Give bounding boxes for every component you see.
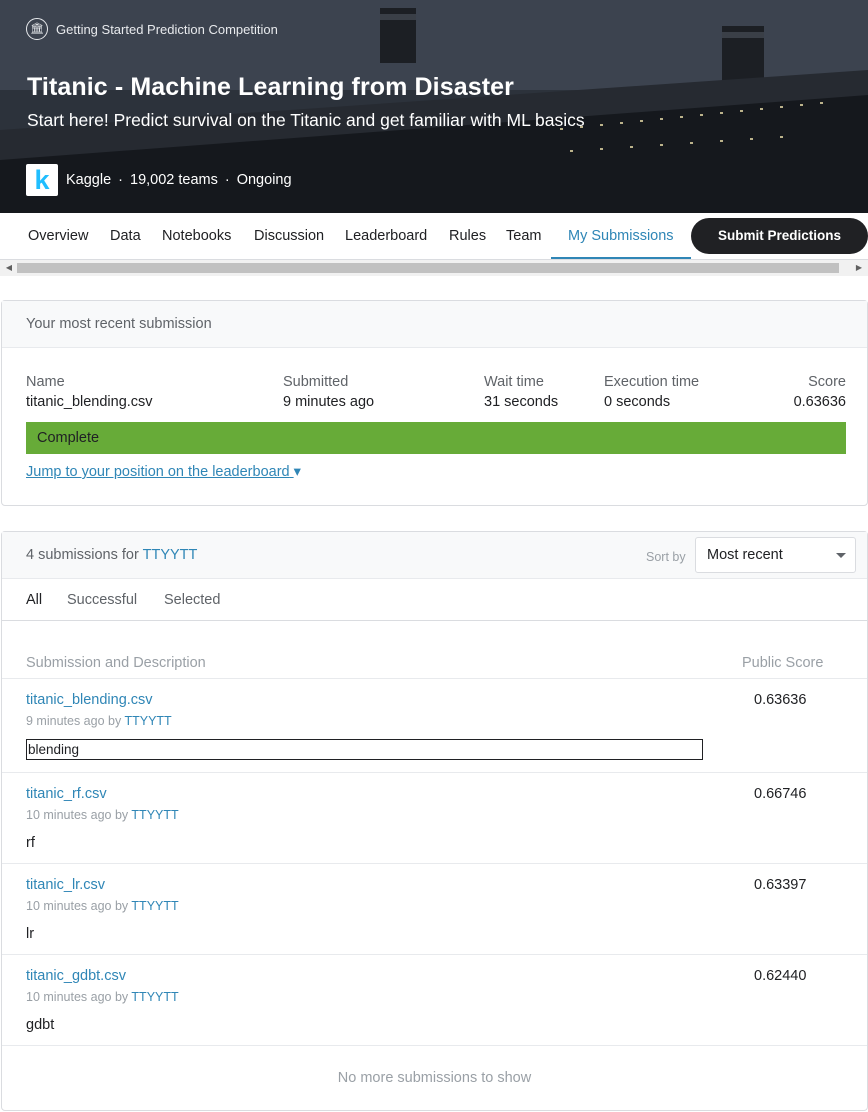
submission-row: titanic_lr.csv 10 minutes ago by TTYYTT … xyxy=(2,864,867,955)
bank-icon: 🏛 xyxy=(26,18,48,40)
recent-name: Name titanic_blending.csv xyxy=(26,374,153,410)
recent-score-label: Score xyxy=(808,374,846,390)
competition-meta: k Kaggle · 19,002 teams · Ongoing xyxy=(26,164,292,196)
by-word: by xyxy=(114,990,129,1004)
submission-time: 9 minutes ago by TTYYTT xyxy=(26,714,172,728)
submission-age: 9 minutes ago xyxy=(26,714,105,728)
jump-to-leaderboard-link[interactable]: Jump to your position on the leaderboard… xyxy=(26,464,301,480)
recent-name-label: Name xyxy=(26,374,65,390)
recent-submitted-value: 9 minutes ago xyxy=(283,394,375,410)
public-score: 0.62440 xyxy=(754,968,807,984)
column-header-public-score: Public Score xyxy=(742,655,824,671)
recent-score: Score 0.63636 xyxy=(794,374,846,410)
submission-user-link[interactable]: TTYYTT xyxy=(131,808,178,822)
team-link[interactable]: TTYYTT xyxy=(143,547,198,563)
meta-separator: · xyxy=(118,172,123,188)
recent-execution-value: 0 seconds xyxy=(604,394,671,410)
sort-by-label: Sort by xyxy=(646,550,686,564)
submission-description[interactable]: gdbt xyxy=(26,1017,54,1033)
submissions-list-card: 4 submissions for TTYYTT Sort by Most re… xyxy=(1,531,868,1111)
public-score: 0.66746 xyxy=(754,786,807,802)
submission-file-link[interactable]: titanic_lr.csv xyxy=(26,877,105,893)
team-count: 19,002 teams xyxy=(130,172,218,188)
chevron-down-icon[interactable]: ▾ xyxy=(294,464,301,480)
submission-file-link[interactable]: titanic_blending.csv xyxy=(26,692,153,708)
competition-tabs: Overview Data Notebooks Discussion Leade… xyxy=(0,213,868,260)
column-header-description: Submission and Description xyxy=(26,655,206,671)
submission-row: titanic_rf.csv 10 minutes ago by TTYYTT … xyxy=(2,773,867,864)
by-word: by xyxy=(114,808,129,822)
submission-file-link[interactable]: titanic_rf.csv xyxy=(26,786,107,802)
submissions-table-header: Submission and Description Public Score xyxy=(2,621,867,679)
scrollbar-thumb[interactable] xyxy=(17,263,839,273)
tab-discussion[interactable]: Discussion xyxy=(254,213,324,259)
submission-description[interactable]: rf xyxy=(26,835,35,851)
recent-wait-value: 31 seconds xyxy=(484,394,559,410)
recent-execution-label: Execution time xyxy=(604,374,700,390)
filter-successful[interactable]: Successful xyxy=(67,592,137,608)
active-tab-indicator xyxy=(551,257,691,259)
recent-wait-label: Wait time xyxy=(484,374,544,390)
public-score: 0.63397 xyxy=(754,877,807,893)
tabs-horizontal-scrollbar[interactable]: ◀ ▶ xyxy=(0,260,868,276)
recent-name-value: titanic_blending.csv xyxy=(26,394,153,410)
submission-age: 10 minutes ago xyxy=(26,808,112,822)
meta-separator: · xyxy=(224,172,230,188)
submission-count: 4 submissions for TTYYTT xyxy=(26,547,197,563)
recent-wait-time: Wait time 31 seconds xyxy=(484,374,558,410)
filter-selected[interactable]: Selected xyxy=(164,592,220,608)
submission-time: 10 minutes ago by TTYYTT xyxy=(26,808,179,822)
public-score: 0.63636 xyxy=(754,692,807,708)
submission-description[interactable]: lr xyxy=(26,926,34,942)
submission-count-label: 4 submissions for xyxy=(26,547,139,563)
submission-time: 10 minutes ago by TTYYTT xyxy=(26,990,179,1004)
recent-submission-header: Your most recent submission xyxy=(2,301,867,348)
by-word: by xyxy=(108,714,122,728)
submission-age: 10 minutes ago xyxy=(26,990,112,1004)
kaggle-logo-icon[interactable]: k xyxy=(26,164,58,196)
competition-subtitle: Start here! Predict survival on the Tita… xyxy=(27,110,585,130)
submission-file-link[interactable]: titanic_gdbt.csv xyxy=(26,968,126,984)
sort-selected-value[interactable]: Most recent xyxy=(707,547,783,563)
filter-all[interactable]: All xyxy=(26,592,42,608)
competition-status: Ongoing xyxy=(236,172,292,188)
recent-submitted-label: Submitted xyxy=(283,374,349,390)
scroll-right-icon[interactable]: ▶ xyxy=(852,260,866,276)
submission-age: 10 minutes ago xyxy=(26,899,112,913)
submissions-list-header: 4 submissions for TTYYTT Sort by Most re… xyxy=(2,532,867,579)
submit-predictions-button[interactable]: Submit Predictions xyxy=(691,218,868,254)
recent-submitted: Submitted 9 minutes ago xyxy=(283,374,374,410)
tab-overview[interactable]: Overview xyxy=(28,213,88,259)
competition-title: Titanic - Machine Learning from Disaster xyxy=(27,73,514,101)
submission-row: titanic_blending.csv 9 minutes ago by TT… xyxy=(2,679,867,773)
submission-filters: All Successful Selected xyxy=(2,579,867,621)
by-word: by xyxy=(114,899,129,913)
submission-user-link[interactable]: TTYYTT xyxy=(131,899,178,913)
host-name: Kaggle xyxy=(66,172,112,188)
description-edit-input[interactable] xyxy=(26,739,703,760)
tab-notebooks[interactable]: Notebooks xyxy=(162,213,231,259)
scroll-left-icon[interactable]: ◀ xyxy=(2,260,16,276)
competition-header: 🏛 Getting Started Prediction Competition… xyxy=(0,0,868,213)
recent-score-value: 0.63636 xyxy=(793,394,846,410)
caret-down-icon[interactable] xyxy=(836,553,846,558)
tab-team[interactable]: Team xyxy=(506,213,541,259)
tab-leaderboard[interactable]: Leaderboard xyxy=(345,213,427,259)
sort-select[interactable]: Most recent xyxy=(695,537,856,573)
submission-time: 10 minutes ago by TTYYTT xyxy=(26,899,179,913)
submission-user-link[interactable]: TTYYTT xyxy=(131,990,178,1004)
submission-user-link[interactable]: TTYYTT xyxy=(124,714,171,728)
no-more-submissions-message: No more submissions to show xyxy=(337,1070,532,1086)
tab-data[interactable]: Data xyxy=(110,213,141,259)
competition-type: 🏛 Getting Started Prediction Competition xyxy=(26,18,278,40)
competition-type-label: Getting Started Prediction Competition xyxy=(56,21,278,37)
tab-my-submissions[interactable]: My Submissions xyxy=(568,213,674,259)
submission-row: titanic_gdbt.csv 10 minutes ago by TTYYT… xyxy=(2,955,867,1046)
recent-submission-card: Your most recent submission Name titanic… xyxy=(1,300,868,506)
recent-execution-time: Execution time 0 seconds xyxy=(604,374,699,410)
submission-status-bar: Complete xyxy=(26,422,846,454)
tab-rules[interactable]: Rules xyxy=(449,213,486,259)
jump-link-label[interactable]: Jump to your position on the leaderboard xyxy=(26,464,290,480)
